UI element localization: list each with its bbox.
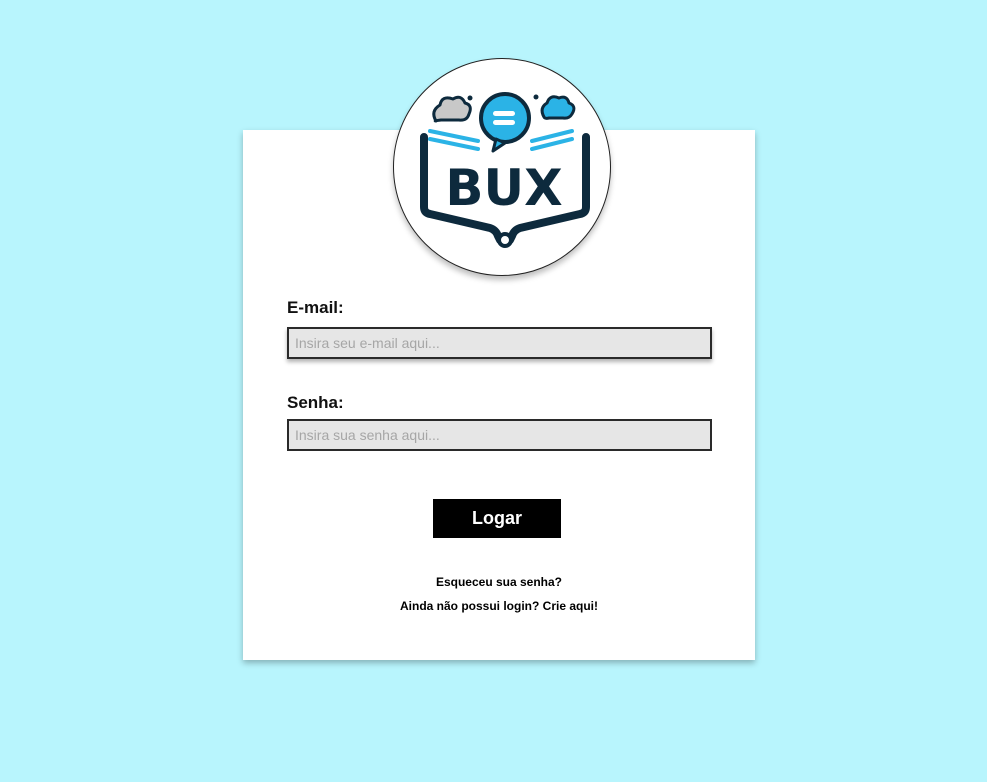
logo-text: BUX — [445, 159, 562, 217]
password-field[interactable] — [287, 419, 712, 451]
right-cloud-icon — [540, 95, 576, 120]
logo: BUX — [393, 58, 611, 276]
create-account-link[interactable]: Ainda não possui login? Crie aqui! — [243, 599, 755, 613]
email-label: E-mail: — [287, 298, 344, 317]
book-logo-icon: BUX — [420, 92, 590, 248]
login-button[interactable]: Logar — [433, 499, 561, 538]
forgot-password-link[interactable]: Esqueceu sua senha? — [243, 575, 755, 589]
password-label: Senha: — [287, 393, 344, 412]
login-page: BUX E-mail: Senha: Logar Esqueceu sua se… — [0, 0, 987, 782]
speech-bubble-icon — [479, 92, 531, 153]
email-field[interactable] — [287, 327, 712, 359]
left-cloud-icon — [432, 95, 472, 123]
